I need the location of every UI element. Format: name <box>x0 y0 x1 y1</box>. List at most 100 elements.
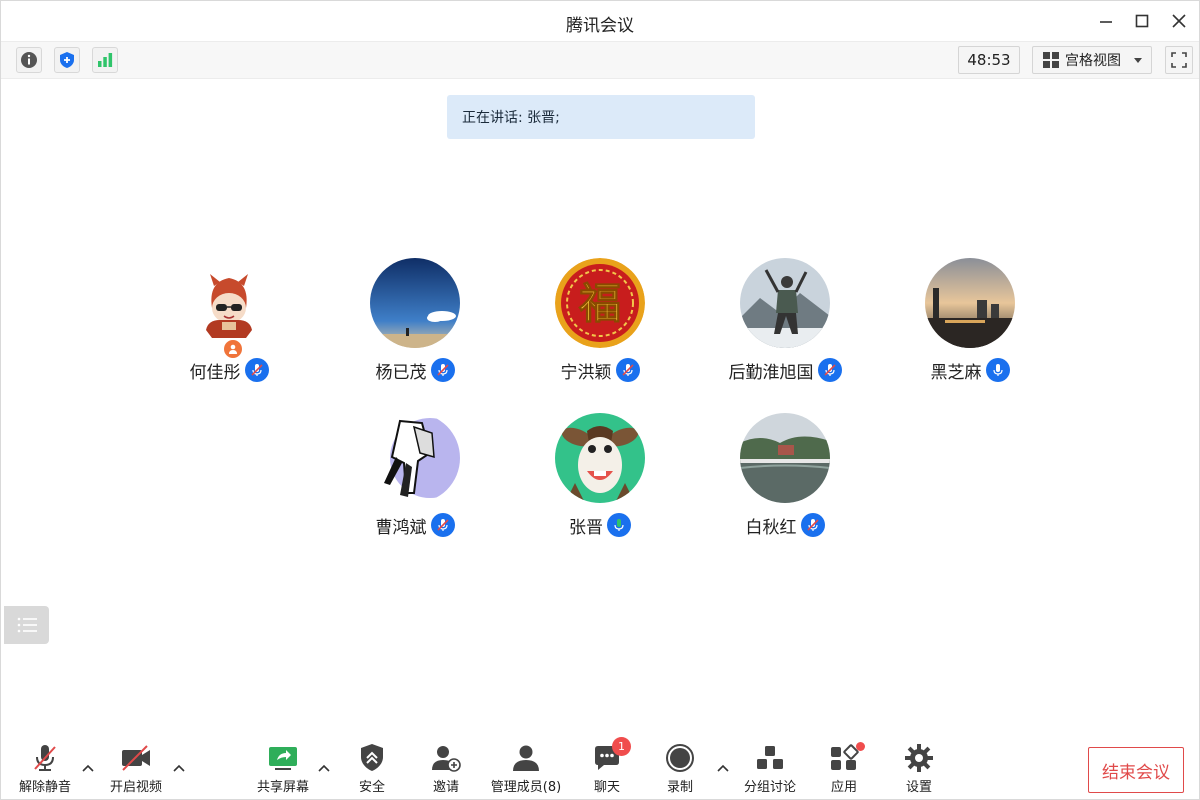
mic-muted-icon <box>817 358 842 382</box>
participant-tile[interactable]: 杨已茂 <box>325 258 505 388</box>
member-list-toggle[interactable] <box>4 606 49 644</box>
close-icon <box>1172 14 1186 28</box>
manage-members-label: 管理成员(8) <box>490 780 562 795</box>
participant-name-row: 张晋 <box>510 512 690 538</box>
mic-muted-icon <box>430 513 455 537</box>
user-icon <box>229 344 237 354</box>
minimize-icon <box>1100 21 1112 23</box>
chat-button[interactable]: 1 聊天 <box>586 737 631 797</box>
settings-button[interactable]: 设置 <box>898 741 940 797</box>
avatar <box>370 258 460 348</box>
record-button[interactable]: 录制 <box>659 741 701 797</box>
record-icon <box>666 744 694 772</box>
shield-icon <box>361 744 383 771</box>
signal-bars-icon <box>98 53 113 67</box>
invite-button[interactable]: 邀请 <box>425 741 467 797</box>
record-label: 录制 <box>666 780 693 795</box>
participant-name: 白秋红 <box>745 517 797 538</box>
participant-name-row: 杨已茂 <box>325 357 505 383</box>
security-status-button[interactable] <box>54 47 80 73</box>
meeting-info-bar: 48:53 宫格视图 <box>1 41 1199 79</box>
window-title: 腾讯会议 <box>566 16 634 36</box>
participant-name-row: 白秋红 <box>695 512 875 538</box>
end-meeting-button[interactable]: 结束会议 <box>1088 747 1184 793</box>
svg-text:福: 福 <box>578 279 621 328</box>
participant-name-row: 黑芝麻 <box>880 357 1060 383</box>
users-icon <box>513 745 539 771</box>
network-status-button[interactable] <box>92 47 118 73</box>
breakout-rooms-button[interactable]: 分组讨论 <box>741 741 799 797</box>
avatar <box>370 413 460 503</box>
view-selector-label: 宫格视图 <box>1065 53 1121 69</box>
minimize-button[interactable] <box>1094 9 1118 33</box>
apps-button[interactable]: 应用 <box>823 741 865 797</box>
record-options-caret[interactable] <box>714 759 732 777</box>
add-user-icon <box>432 746 461 772</box>
meeting-toolbar: 解除静音 开启视频 共享屏幕 安全 邀请 管理成员(8) 1 聊天 录制 分组讨… <box>1 731 1199 799</box>
participant-tile[interactable]: 后勤淮旭国 <box>695 258 875 388</box>
manage-members-button[interactable]: 管理成员(8) <box>489 741 563 797</box>
apps-notification-dot <box>856 742 865 751</box>
unmute-label: 解除静音 <box>18 780 71 795</box>
security-label: 安全 <box>358 780 385 795</box>
close-button[interactable] <box>1167 9 1191 33</box>
invite-label: 邀请 <box>432 780 459 795</box>
fullscreen-button[interactable] <box>1165 46 1193 74</box>
participant-name: 黑芝麻 <box>930 362 982 383</box>
maximize-icon <box>1135 14 1149 28</box>
participant-tile[interactable]: 黑芝麻 <box>880 258 1060 388</box>
participant-name: 宁洪颖 <box>560 362 612 383</box>
participant-name-row: 何佳彤 <box>139 357 319 383</box>
meeting-info-button[interactable] <box>16 47 42 73</box>
audio-options-caret[interactable] <box>79 759 97 777</box>
mic-muted-icon <box>615 358 640 382</box>
share-screen-icon <box>269 747 297 770</box>
list-icon <box>17 617 37 633</box>
avatar: 福 <box>555 258 645 348</box>
participant-tile[interactable]: 何佳彤 <box>139 258 319 388</box>
info-icon <box>21 52 37 68</box>
participant-name-row: 宁洪颖 <box>510 357 690 383</box>
mic-muted-icon <box>800 513 825 537</box>
participant-tile[interactable]: 曹鸿斌 <box>325 413 505 543</box>
chevron-up-icon <box>717 764 729 772</box>
mic-muted-icon <box>34 745 56 771</box>
chat-unread-badge: 1 <box>612 737 631 756</box>
fullscreen-icon <box>1171 52 1187 68</box>
avatar <box>740 413 830 503</box>
chevron-up-icon <box>173 764 185 772</box>
participant-name: 何佳彤 <box>189 362 241 383</box>
participant-name-row: 后勤淮旭国 <box>695 357 875 383</box>
avatar <box>184 258 274 348</box>
participant-name: 曹鸿斌 <box>375 517 427 538</box>
video-off-icon <box>122 745 150 771</box>
maximize-button[interactable] <box>1130 9 1154 33</box>
grid-view-icon <box>1043 52 1059 68</box>
participant-tile[interactable]: 张晋 <box>510 413 690 543</box>
avatar <box>740 258 830 348</box>
security-button[interactable]: 安全 <box>351 741 393 797</box>
settings-label: 设置 <box>905 780 932 795</box>
avatar <box>925 258 1015 348</box>
video-options-caret[interactable] <box>170 759 188 777</box>
view-selector[interactable]: 宫格视图 <box>1032 46 1152 74</box>
mic-speaking-icon <box>607 513 631 537</box>
apps-label: 应用 <box>830 780 857 795</box>
share-options-caret[interactable] <box>315 759 333 777</box>
mic-on-icon <box>985 358 1010 382</box>
apps-icon <box>831 744 859 770</box>
participant-name: 张晋 <box>569 517 603 538</box>
participant-tile[interactable]: 福 宁洪颖 <box>510 258 690 388</box>
avatar <box>555 413 645 503</box>
share-screen-button[interactable]: 共享屏幕 <box>255 741 311 797</box>
dropdown-arrow-icon <box>1134 58 1142 63</box>
chat-label: 聊天 <box>593 780 620 795</box>
unmute-button[interactable]: 解除静音 <box>17 741 73 797</box>
gear-icon <box>905 744 933 772</box>
participant-name: 杨已茂 <box>375 362 427 383</box>
chevron-up-icon <box>318 764 330 772</box>
participant-tile[interactable]: 白秋红 <box>695 413 875 543</box>
start-video-button[interactable]: 开启视频 <box>107 741 165 797</box>
participant-name-row: 曹鸿斌 <box>325 512 505 538</box>
shield-icon <box>60 52 74 68</box>
